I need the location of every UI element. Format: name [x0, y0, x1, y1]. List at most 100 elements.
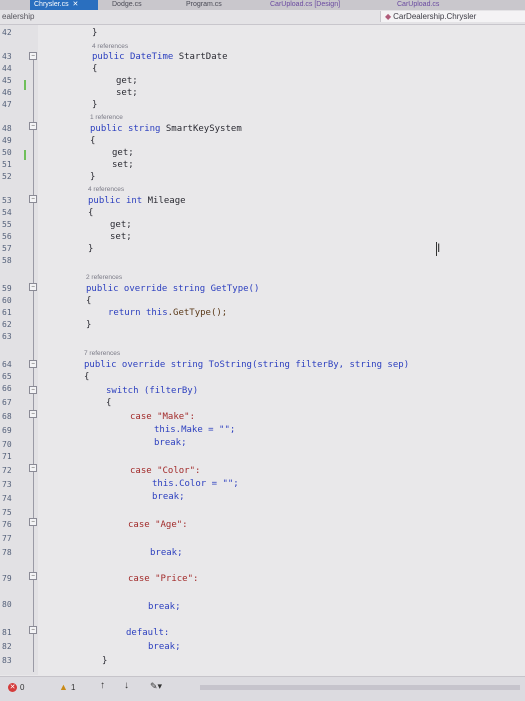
assign-make: this.Make = ""; — [154, 425, 236, 435]
line-number: 53 — [2, 196, 12, 205]
getter: get; — [116, 76, 138, 86]
line-number: 62 — [2, 320, 12, 329]
open-brace: { — [84, 372, 90, 382]
status-bar: ✕ 0 ▲ 1 ↑ ↓ ✎▾ — [0, 676, 525, 701]
default-case: default: — [126, 628, 170, 638]
tab-chrysler[interactable]: Chrysler.cs ✕ — [30, 0, 98, 10]
line-number: 45 — [2, 76, 12, 85]
break-statement: break; — [150, 548, 183, 558]
setter: set; — [116, 88, 138, 98]
closing-brace: } — [102, 656, 108, 666]
closing-brace: } — [92, 28, 98, 38]
code-lens-references[interactable]: 4 references — [92, 43, 128, 50]
property-startdate: public DateTime StartDate — [92, 52, 228, 62]
line-number: 63 — [2, 332, 12, 341]
line-number: 49 — [2, 136, 12, 145]
line-number: 67 — [2, 398, 12, 407]
project-dropdown[interactable]: ealership — [2, 12, 34, 21]
open-brace: { — [92, 64, 98, 74]
close-icon[interactable]: ✕ — [71, 1, 79, 8]
change-marker — [24, 150, 26, 160]
line-number: 64 — [2, 360, 12, 369]
collapse-icon[interactable]: − — [29, 572, 37, 580]
text-cursor-icon: I — [436, 242, 443, 256]
code-lens-references[interactable]: 4 references — [88, 186, 124, 193]
line-number: 59 — [2, 284, 12, 293]
code-lens-references[interactable]: 1 reference — [90, 114, 123, 121]
line-number: 78 — [2, 548, 12, 557]
collapse-icon[interactable]: − — [29, 283, 37, 291]
warning-count[interactable]: 1 — [71, 683, 75, 692]
collapse-icon[interactable]: − — [29, 360, 37, 368]
line-number: 71 — [2, 452, 12, 461]
line-number: 82 — [2, 642, 12, 651]
line-number: 42 — [2, 28, 12, 37]
line-number: 44 — [2, 64, 12, 73]
arrow-up-icon[interactable]: ↑ — [100, 680, 105, 691]
line-number: 81 — [2, 628, 12, 637]
property-smartkeysystem: public string SmartKeySystem — [90, 124, 242, 134]
line-number: 50 — [2, 148, 12, 157]
collapse-icon[interactable]: − — [29, 410, 37, 418]
collapse-icon[interactable]: − — [29, 518, 37, 526]
tab-dodge[interactable]: Dodge.cs — [108, 0, 146, 10]
class-icon: ◆ — [385, 12, 392, 21]
line-number: 54 — [2, 208, 12, 217]
collapse-icon[interactable]: − — [29, 52, 37, 60]
code-lens-references[interactable]: 2 references — [86, 274, 122, 281]
line-number: 51 — [2, 160, 12, 169]
line-number: 52 — [2, 172, 12, 181]
arrow-down-icon[interactable]: ↓ — [124, 680, 129, 691]
case-price: case "Price": — [128, 574, 199, 584]
collapse-icon[interactable]: − — [29, 195, 37, 203]
warning-icon[interactable]: ▲ — [59, 682, 68, 692]
collapse-icon[interactable]: − — [29, 464, 37, 472]
line-number: 74 — [2, 494, 12, 503]
line-number: 72 — [2, 466, 12, 475]
collapse-icon[interactable]: − — [29, 386, 37, 394]
line-number: 77 — [2, 534, 12, 543]
property-mileage: public int Mileage — [88, 196, 186, 206]
line-number: 61 — [2, 308, 12, 317]
case-color: case "Color": — [130, 466, 201, 476]
open-brace: { — [106, 398, 112, 408]
line-number: 83 — [2, 656, 12, 665]
error-icon[interactable]: ✕ — [8, 683, 17, 692]
line-number: 66 — [2, 384, 12, 393]
break-statement: break; — [148, 602, 181, 612]
line-number: 58 — [2, 256, 12, 265]
line-number: 73 — [2, 480, 12, 489]
collapse-icon[interactable]: − — [29, 122, 37, 130]
closing-brace: } — [90, 172, 96, 182]
collapse-icon[interactable]: − — [29, 626, 37, 634]
tab-program[interactable]: Program.cs — [182, 0, 226, 10]
editor-tab-strip: Chrysler.cs ✕ Dodge.cs Program.cs CarUpl… — [0, 0, 525, 10]
line-number: 47 — [2, 100, 12, 109]
code-lens-references[interactable]: 7 references — [84, 350, 120, 357]
method-gettype-signature: public override string GetType() — [86, 284, 260, 294]
horizontal-scrollbar[interactable] — [200, 685, 520, 690]
case-age: case "Age": — [128, 520, 188, 530]
type-dropdown[interactable]: ◆ CarDealership.Chrysler — [380, 11, 525, 22]
line-number: 60 — [2, 296, 12, 305]
line-number: 57 — [2, 244, 12, 253]
line-number: 65 — [2, 372, 12, 381]
closing-brace: } — [88, 244, 94, 254]
break-statement: break; — [152, 492, 185, 502]
open-brace: { — [86, 296, 92, 306]
open-brace: { — [88, 208, 94, 218]
setter: set; — [112, 160, 134, 170]
error-count[interactable]: 0 — [20, 683, 24, 692]
break-statement: break; — [148, 642, 181, 652]
tab-carupload-design[interactable]: CarUpload.cs [Design] — [266, 0, 344, 10]
getter: get; — [112, 148, 134, 158]
change-marker — [24, 80, 26, 90]
tab-carupload[interactable]: CarUpload.cs — [393, 0, 443, 10]
line-number: 70 — [2, 440, 12, 449]
brush-icon[interactable]: ✎▾ — [150, 681, 162, 692]
closing-brace: } — [92, 100, 98, 110]
getter: get; — [110, 220, 132, 230]
line-number: 55 — [2, 220, 12, 229]
setter: set; — [110, 232, 132, 242]
closing-brace: } — [86, 320, 92, 330]
